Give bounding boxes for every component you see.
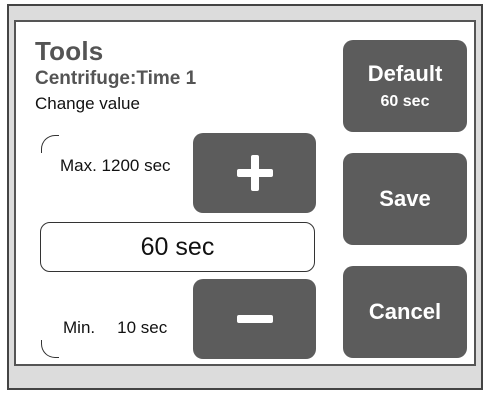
save-button[interactable]: Save [343, 153, 467, 245]
default-button-label: Default [367, 61, 443, 86]
value-field[interactable]: 60 sec [40, 222, 315, 272]
page-subtitle: Centrifuge:Time 1 [35, 68, 197, 89]
cancel-button[interactable]: Cancel [343, 266, 467, 358]
increment-button[interactable] [193, 133, 316, 213]
default-button[interactable]: Default 60 sec [343, 40, 467, 132]
decrement-button[interactable] [193, 279, 316, 359]
cancel-button-label: Cancel [368, 299, 442, 324]
min-limit-value: 10 sec [117, 318, 168, 337]
default-button-value: 60 sec [380, 93, 430, 110]
minus-icon [236, 315, 273, 323]
max-limit-label: Max. 1200 sec [60, 156, 171, 175]
min-limit-prefix: Min. [63, 318, 96, 337]
page-title: Tools [35, 36, 104, 66]
min-limit-label: Min. 10 sec [63, 318, 167, 338]
plus-icon [236, 155, 273, 191]
save-button-label: Save [379, 186, 431, 211]
instruction-text: Change value [35, 94, 140, 113]
